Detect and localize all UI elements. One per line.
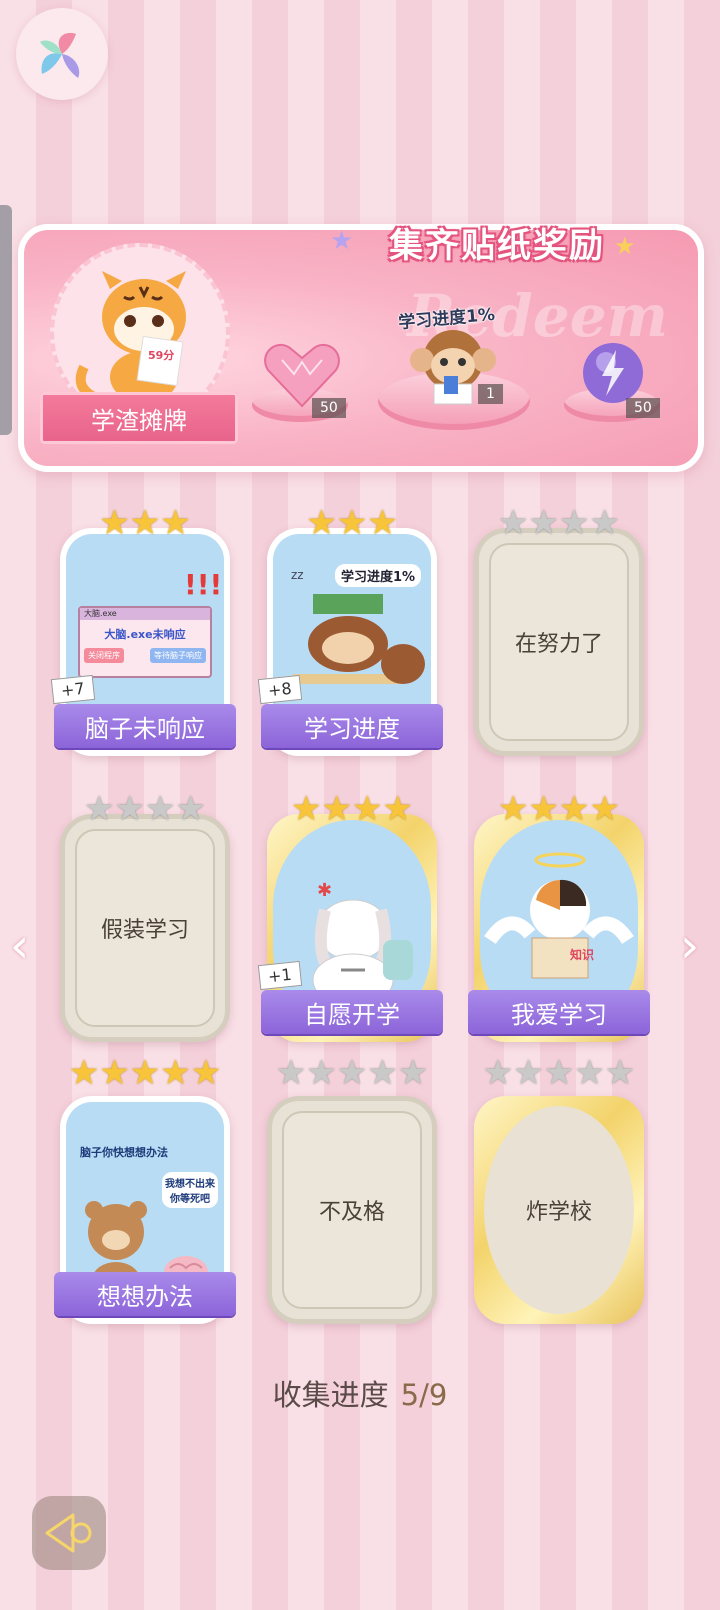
app-logo[interactable] — [16, 8, 108, 100]
star-icon: ★ — [382, 789, 413, 829]
star-rating: ★ ★ ★ — [306, 506, 397, 540]
locked-sticker-card[interactable]: ★ ★ ★ ★ ★ 炸学校 — [474, 1056, 644, 1324]
star-rating: ★ ★ ★ ★ ★ — [69, 1056, 221, 1090]
collection-progress-value: 5/9 — [400, 1378, 448, 1412]
star-icon: ★ — [160, 503, 191, 543]
sticker-card[interactable]: ★ ★ ★ ★ 知识 我爱学习 — [468, 792, 650, 1042]
locked-sticker-card[interactable]: ★ ★ ★ ★ 在努力了 — [474, 506, 644, 756]
pinwheel-icon — [40, 32, 80, 78]
star-icon: ★ — [129, 1053, 161, 1093]
star-icon: ★ — [352, 789, 383, 829]
card-label: 想想办法 — [54, 1272, 236, 1316]
star-icon: ★ — [528, 503, 559, 543]
star-icon: ★ — [145, 789, 176, 829]
card-label: 假装学习 — [75, 829, 215, 1027]
star-icon: ★ — [114, 789, 145, 829]
window-text: 大脑.exe未响应 — [104, 628, 186, 641]
star-icon: ★ — [574, 1053, 605, 1093]
reward-count: 50 — [312, 398, 346, 418]
card-label: 我爱学习 — [468, 990, 650, 1034]
star-rating: ★ ★ ★ — [99, 506, 190, 540]
star-rating: ★ ★ ★ ★ ★ — [483, 1056, 635, 1090]
star-rating: ★ ★ ★ ★ — [498, 792, 620, 826]
window-button: 关闭程序 — [84, 648, 124, 663]
star-icon: ★ — [559, 503, 590, 543]
star-icon: ★ — [175, 789, 206, 829]
star-rating: ★ ★ ★ ★ — [84, 792, 206, 826]
star-icon: ★ — [367, 503, 398, 543]
star-icon: ★ — [397, 1053, 429, 1093]
collection-progress: 收集进度 5/9 — [0, 1372, 720, 1414]
star-icon: ★ — [321, 789, 352, 829]
star-icon: ★ — [275, 1053, 307, 1093]
star-icon: ★ — [589, 503, 620, 543]
star-decoration-icon: ★ — [614, 232, 636, 260]
card-label: 自愿开学 — [261, 990, 443, 1034]
tiger-score: 59分 — [148, 348, 174, 362]
star-icon: ★ — [498, 789, 529, 829]
window-title: 大脑.exe — [80, 608, 210, 620]
star-icon: ★ — [498, 503, 529, 543]
star-icon: ★ — [604, 1053, 636, 1093]
card-label: 炸学校 — [484, 1106, 634, 1314]
sticker-card[interactable]: ★ ★ ★ 学习进度1% zz +8 学习进度 — [257, 506, 443, 756]
side-drawer-handle[interactable] — [0, 205, 12, 435]
star-icon: ★ — [482, 1053, 514, 1093]
next-page-arrow-icon[interactable]: › — [680, 918, 699, 974]
plus-count-badge: +1 — [257, 960, 302, 991]
star-icon: ★ — [99, 1053, 130, 1093]
plus-count-badge: +8 — [257, 674, 302, 705]
star-icon: ★ — [84, 789, 115, 829]
back-arrow-icon — [45, 1513, 92, 1553]
star-icon: ★ — [190, 1053, 222, 1093]
star-decoration-icon: ★ — [330, 226, 354, 256]
star-icon: ★ — [589, 789, 620, 829]
art-caption: 脑子你快想想办法 — [80, 1146, 168, 1159]
star-rating: ★ ★ ★ ★ — [291, 792, 413, 826]
star-icon: ★ — [68, 1053, 100, 1093]
star-rating: ★ ★ ★ ★ — [498, 506, 620, 540]
reward-count: 1 — [478, 384, 503, 404]
locked-sticker-card[interactable]: ★ ★ ★ ★ ★ 不及格 — [267, 1056, 437, 1324]
back-button[interactable] — [32, 1496, 106, 1570]
banner-title: 集齐贴纸奖励 — [389, 226, 605, 266]
book-text: 知识 — [570, 948, 595, 962]
star-icon: ★ — [306, 503, 337, 543]
locked-sticker-card[interactable]: ★ ★ ★ ★ 假装学习 — [60, 792, 230, 1042]
star-icon: ★ — [336, 503, 368, 543]
star-icon: ★ — [367, 1053, 398, 1093]
star-icon: ★ — [528, 789, 559, 829]
sticker-card[interactable]: ★ ★ ★ !!! 大脑.exe 大脑.exe未响应 关闭程序 等待脑子响应 +7 … — [50, 506, 236, 756]
exclamation-icon: !!! — [184, 568, 223, 601]
sleep-icon: zz — [291, 568, 304, 582]
angry-icon: ✱ — [317, 880, 333, 901]
card-label: 学习进度 — [261, 704, 443, 748]
card-label: 在努力了 — [489, 543, 629, 741]
window-button: 等待脑子响应 — [150, 648, 206, 663]
star-icon: ★ — [306, 1053, 337, 1093]
star-icon: ★ — [336, 1053, 368, 1093]
star-icon: ★ — [513, 1053, 544, 1093]
reward-count: 50 — [626, 398, 660, 418]
plus-count-badge: +7 — [50, 674, 95, 705]
star-icon: ★ — [160, 1053, 191, 1093]
ribbon-label: 学渣摊牌 — [40, 392, 238, 444]
star-rating: ★ ★ ★ ★ ★ — [276, 1056, 428, 1090]
sticker-card[interactable]: ★ ★ ★ ★ ★ 脑子你快想想办法 我想不出来你等死吧 想想办法 — [54, 1056, 236, 1324]
card-label: 不及格 — [282, 1111, 422, 1309]
star-icon: ★ — [291, 789, 322, 829]
sticker-card[interactable]: ★ ★ ★ ★ ✱ +1 自愿开学 — [257, 792, 443, 1042]
star-icon: ★ — [543, 1053, 575, 1093]
star-icon: ★ — [99, 503, 130, 543]
star-icon: ★ — [559, 789, 590, 829]
card-label: 脑子未响应 — [54, 704, 236, 748]
star-icon: ★ — [129, 503, 161, 543]
collection-progress-label: 收集进度 — [272, 1378, 389, 1412]
prev-page-arrow-icon[interactable]: ‹ — [10, 918, 29, 974]
